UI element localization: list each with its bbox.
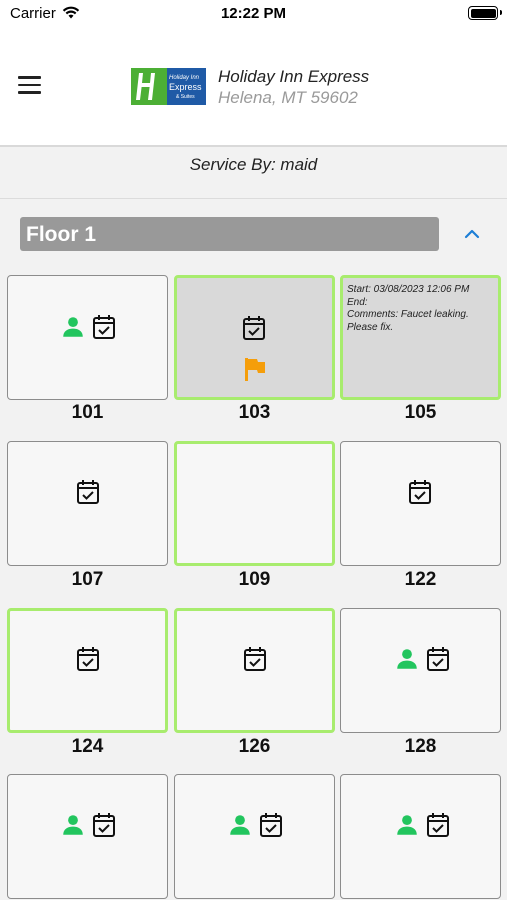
room-card[interactable] [7, 608, 168, 733]
room-number: 122 [404, 569, 437, 590]
service-note: Start: 03/08/2023 12:06 PM End: Comments… [347, 284, 469, 334]
calendar-check-icon [77, 647, 99, 671]
calendar-check-icon [260, 813, 282, 837]
battery-icon [468, 6, 502, 20]
note-extra: Please fix. [347, 321, 394, 333]
calendar-check-icon [427, 647, 449, 671]
svg-text:Express: Express [169, 82, 202, 92]
status-bar: Carrier 12:22 PM [0, 0, 507, 27]
floor-title: Floor 1 [26, 223, 97, 246]
service-by-row: Service By: maid [0, 149, 507, 199]
svg-text:Holiday Inn: Holiday Inn [169, 75, 200, 81]
room-card[interactable] [340, 774, 501, 899]
calendar-check-icon [77, 480, 99, 504]
person-icon [397, 649, 417, 669]
room-card[interactable] [174, 774, 335, 899]
room-card[interactable]: Start: 03/08/2023 12:06 PM End: Comments… [340, 275, 501, 400]
room-number: 124 [71, 736, 104, 757]
room-number: 101 [71, 402, 104, 423]
room-number: 128 [404, 736, 437, 757]
room-card[interactable] [7, 774, 168, 899]
calendar-check-icon [93, 315, 115, 339]
note-start: Start: 03/08/2023 12:06 PM [347, 284, 470, 295]
service-by-label: Service By: maid [189, 155, 318, 174]
hotel-logo: Holiday Inn Express & Suites [131, 68, 206, 105]
room-number: 103 [238, 402, 271, 423]
room-card[interactable] [174, 608, 335, 733]
hotel-name: Holiday Inn Express [218, 67, 370, 86]
clock-time: 12:22 PM [220, 5, 287, 22]
note-end: End: [347, 296, 368, 308]
room-number: 109 [238, 569, 271, 590]
person-icon [397, 815, 417, 835]
calendar-check-icon [243, 316, 265, 340]
room-card[interactable] [340, 441, 501, 566]
person-icon [63, 317, 83, 337]
hotel-address: Helena, MT 59602 [218, 88, 358, 107]
chevron-up-icon[interactable] [463, 226, 481, 240]
note-comments: Comments: Faucet leaking. [347, 309, 469, 320]
calendar-check-icon [409, 480, 431, 504]
floor-header[interactable]: Floor 1 [20, 217, 439, 251]
hamburger-menu-icon[interactable] [18, 76, 42, 96]
person-icon [63, 815, 83, 835]
room-number: 126 [238, 736, 271, 757]
calendar-check-icon [93, 813, 115, 837]
calendar-check-icon [427, 813, 449, 837]
calendar-check-icon [244, 647, 266, 671]
room-card[interactable] [7, 441, 168, 566]
room-number: 107 [71, 569, 104, 590]
room-card[interactable] [340, 608, 501, 733]
flag-icon [245, 358, 265, 381]
app-header: Holiday Inn Express & Suites Holiday Inn… [0, 27, 507, 147]
room-card[interactable] [174, 441, 335, 566]
person-icon [230, 815, 250, 835]
room-card[interactable] [7, 275, 168, 400]
room-number: 105 [404, 402, 437, 423]
svg-text:& Suites: & Suites [176, 94, 195, 100]
room-card[interactable] [174, 275, 335, 400]
